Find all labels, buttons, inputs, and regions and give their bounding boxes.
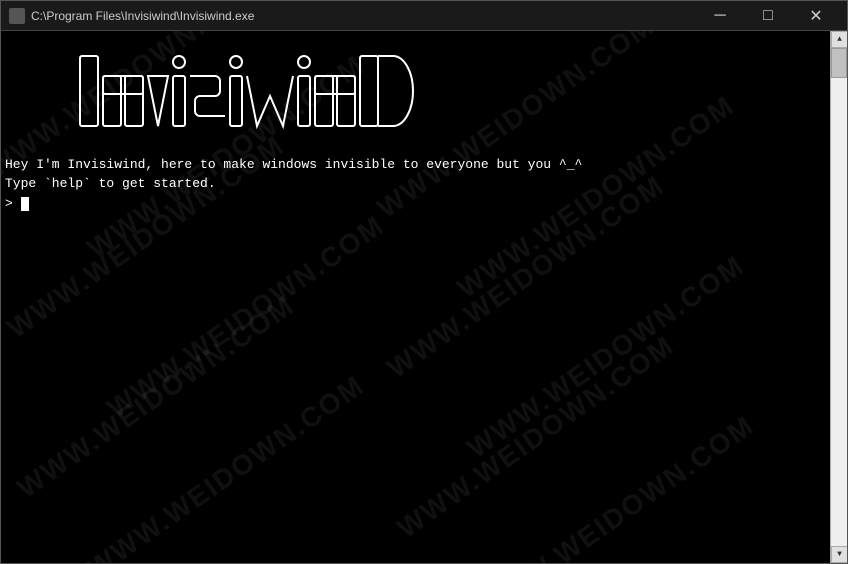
- titlebar: C:\Program Files\Invisiwind\Invisiwind.e…: [1, 1, 847, 31]
- terminal-cursor: [21, 197, 29, 211]
- minimize-button[interactable]: ─: [697, 1, 743, 31]
- scrollbar-up-button[interactable]: ▲: [831, 31, 847, 48]
- window-controls: ─ □ ✕: [697, 1, 839, 31]
- terminal-prompt: >: [5, 196, 21, 211]
- window-title: C:\Program Files\Invisiwind\Invisiwind.e…: [31, 9, 697, 23]
- scrollbar: ▲ ▼: [830, 31, 847, 563]
- scrollbar-thumb[interactable]: [831, 48, 847, 78]
- terminal-greeting: Hey I'm Invisiwind, here to make windows…: [5, 155, 826, 175]
- window: C:\Program Files\Invisiwind\Invisiwind.e…: [0, 0, 848, 564]
- terminal-content[interactable]: .logo-letter { fill: none; stroke: white…: [1, 31, 830, 563]
- close-button[interactable]: ✕: [793, 1, 839, 31]
- terminal-prompt-line: >: [5, 194, 826, 214]
- scrollbar-track[interactable]: [831, 48, 847, 546]
- terminal-instruction: Type `help` to get started.: [5, 174, 826, 194]
- scrollbar-down-button[interactable]: ▼: [831, 546, 847, 563]
- app-icon: [9, 8, 25, 24]
- window-body: WWW.WEIDOWN.COM WWW.WEIDOWN.COM WWW.WEID…: [1, 31, 847, 563]
- ascii-logo: .logo-letter { fill: none; stroke: white…: [5, 35, 826, 151]
- maximize-button[interactable]: □: [745, 1, 791, 31]
